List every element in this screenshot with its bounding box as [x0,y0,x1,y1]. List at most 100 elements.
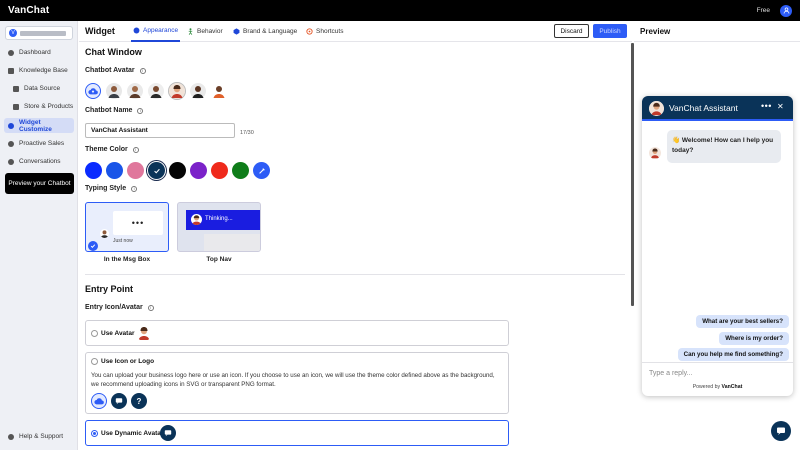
question-icon[interactable]: ? [131,393,147,409]
person-avatar-icon [649,101,664,116]
chat-bubble-icon [115,398,123,405]
preview-chatbot-button[interactable]: Preview your Chatbot [5,173,74,194]
sidebar-item-dashboard[interactable]: Dashboard [4,45,74,60]
workspace-name-redacted [20,30,66,36]
sidebar-item-conversations[interactable]: Conversations [4,154,74,169]
help-label: Help & Support [19,433,64,440]
avatar-option-5[interactable] [190,83,206,99]
chat-bubble-icon [164,430,172,437]
help-support-link[interactable]: Help & Support [4,433,63,440]
chat-launcher-button[interactable] [771,421,791,441]
cloud-upload-icon [94,398,104,405]
store-icon [13,103,19,110]
entry-option-use-avatar[interactable]: Use Avatar [85,320,509,346]
widget-icon [8,122,14,129]
person-avatar-icon [650,148,660,159]
close-icon[interactable]: ✕ [777,102,784,111]
chat-reply-input[interactable]: Type a reply... [649,370,692,377]
option-label: Use Icon or Logo [101,358,155,365]
avatar-option-2[interactable] [127,83,143,99]
sidebar-item-knowledge-base[interactable]: Knowledge Base [4,63,74,78]
chatbot-name-input[interactable] [85,123,235,138]
tab-shortcuts[interactable]: Shortcuts [306,21,343,42]
radio-dynamic-avatar[interactable] [91,430,98,437]
custom-color-picker[interactable] [253,162,270,179]
cloud-upload-icon [88,88,98,95]
typing-style-top-nav[interactable]: Thinking... [177,202,261,252]
theme-color-label: Theme Color i [85,146,139,153]
sidebar-item-label: Widget Customize [19,118,52,133]
powered-brand: VanChat [721,384,743,390]
small-avatar [100,229,109,238]
theme-swatch-2[interactable] [106,162,123,179]
thinking-text: Thinking... [205,216,233,222]
tab-appearance[interactable]: Appearance [131,21,181,42]
user-account-button[interactable] [780,4,792,17]
tab-brand-language[interactable]: Brand & Language [233,21,297,42]
workspace-selector[interactable]: V [5,26,73,40]
quick-reply-order[interactable]: Where is my order? [719,332,789,345]
person-avatar-icon [136,325,152,341]
app-logo[interactable]: VanChat [8,5,49,16]
chat-bubble-icon-option[interactable] [111,393,127,409]
radio-use-icon-logo[interactable] [91,358,98,365]
radio-use-avatar[interactable] [91,330,98,337]
avatar-option-3[interactable] [148,83,164,99]
top-nav-bar: Thinking... [186,210,260,230]
avatar-option-4-selected[interactable] [169,83,185,99]
typing-style-msg-box[interactable]: ••• Just now [85,202,169,252]
theme-swatch-6[interactable] [190,162,207,179]
info-icon[interactable]: i [147,304,154,311]
chatbot-name-label: Chatbot Name i [85,107,144,114]
avatar-option-upload[interactable] [85,83,101,99]
dynamic-avatar-preview [160,425,176,441]
info-icon[interactable]: i [137,107,144,114]
avatar-preview [136,325,152,341]
top-bar: VanChat Free [0,0,800,21]
welcome-message: 👋 Welcome! How can I help you today? [667,130,781,163]
upload-logo-button[interactable] [91,393,107,409]
sidebar-item-proactive-sales[interactable]: Proactive Sales [4,136,74,151]
sidebar-item-store-products[interactable]: Store & Products [9,99,74,114]
quick-reply-best-sellers[interactable]: What are your best sellers? [696,315,789,328]
info-icon[interactable]: i [132,146,139,153]
chatbot-avatar-label: Chatbot Avatar i [85,67,146,74]
person-avatar-icon [127,83,143,99]
theme-swatch-1[interactable] [85,162,102,179]
more-options-icon[interactable]: ••• [761,101,772,111]
theme-swatch-5[interactable] [169,162,186,179]
publish-button[interactable]: Publish [593,24,627,38]
avatar-option-6[interactable] [211,83,227,99]
person-walk-icon [188,28,193,35]
sidebar-item-label: Conversations [19,158,61,165]
chat-header: VanChat Assistant ••• ✕ [642,96,793,121]
main-header: Widget Appearance Behavior Brand & Langu… [79,21,632,42]
discard-button[interactable]: Discard [554,24,589,38]
theme-swatch-4-selected[interactable] [148,162,165,179]
message-placeholder [204,234,260,251]
theme-swatch-7[interactable] [211,162,228,179]
input-divider [642,362,793,363]
entry-option-use-icon-logo[interactable]: Use Icon or Logo You can upload your bus… [85,352,509,414]
avatar-option-1[interactable] [106,83,122,99]
info-icon[interactable]: i [131,185,138,192]
theme-swatch-3[interactable] [127,162,144,179]
theme-swatch-8[interactable] [232,162,249,179]
sidebar-item-widget-customize[interactable]: Widget Customize [4,118,74,133]
option-description: You can upload your business logo here o… [91,372,495,388]
workspace-badge: V [9,29,17,37]
info-icon[interactable]: i [139,67,146,74]
name-char-count: 17/30 [240,130,254,136]
typing-dots: ••• [113,211,163,235]
powered-prefix: Powered by [692,384,721,390]
typing-style-label-msg-box: In the Msg Box [103,256,151,263]
entry-option-dynamic-avatar[interactable]: Use Dynamic Avatar [85,420,509,446]
sidebar-item-data-source[interactable]: Data Source [9,81,74,96]
option-label: Use Avatar [101,330,135,337]
tab-behavior[interactable]: Behavior [187,21,223,42]
chat-title: VanChat Assistant [669,103,738,113]
preview-title: Preview [640,27,671,36]
quick-reply-find[interactable]: Can you help me find something? [677,348,789,361]
chat-icon [8,158,14,165]
sidebar: V Dashboard Knowledge Base Data Source S… [0,21,78,450]
